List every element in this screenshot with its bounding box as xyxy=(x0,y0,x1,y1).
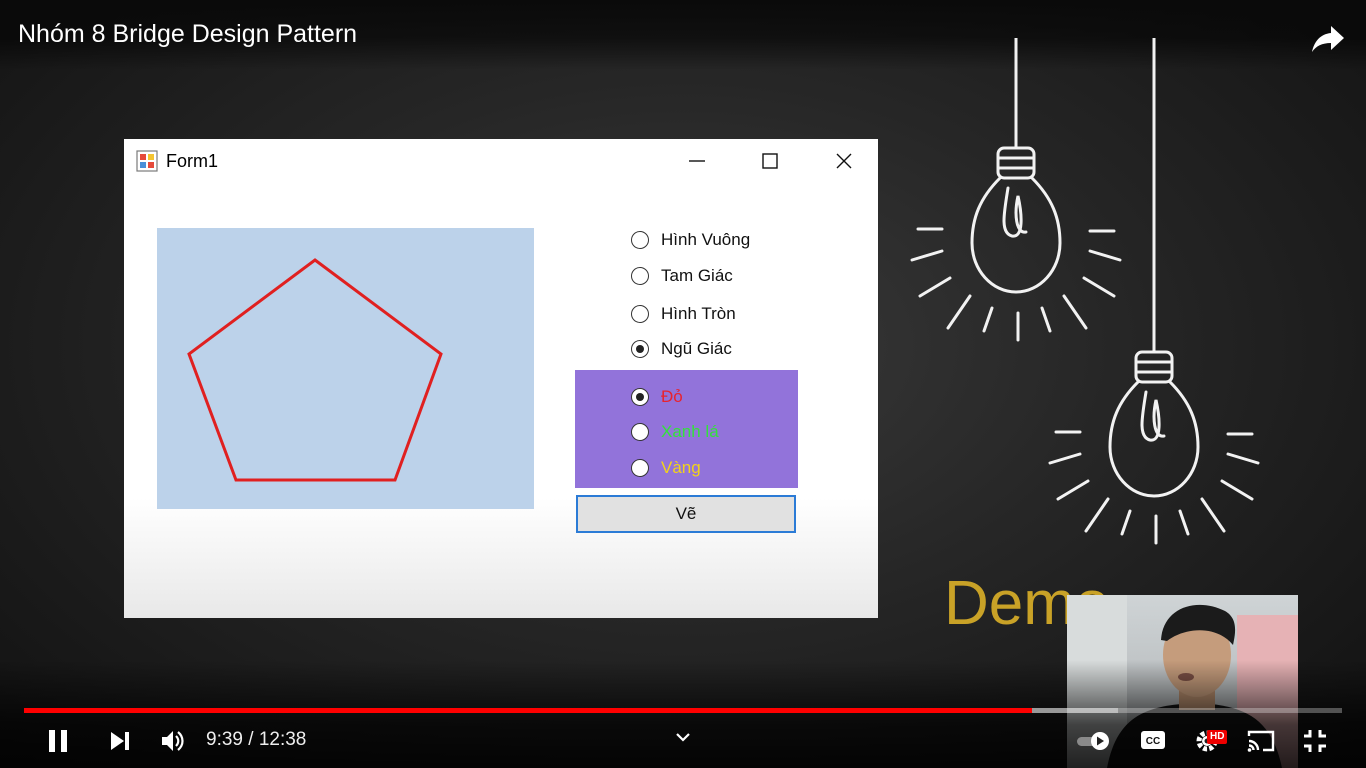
volume-icon xyxy=(162,731,184,751)
window-titlebar[interactable]: Form1 xyxy=(124,139,878,183)
minimize-icon xyxy=(689,160,705,162)
maximize-button[interactable] xyxy=(747,145,793,177)
radio-label: Tam Giác xyxy=(661,266,733,285)
minimize-button[interactable] xyxy=(674,145,720,177)
radio-xanh-la[interactable]: Xanh lá xyxy=(631,420,719,444)
radio-circle[interactable] xyxy=(631,388,649,406)
autoplay-toggle[interactable] xyxy=(1076,730,1112,757)
radio-label: Vàng xyxy=(661,458,701,477)
radio-circle[interactable] xyxy=(631,231,649,249)
radio-circle[interactable] xyxy=(631,305,649,323)
volume-button[interactable] xyxy=(160,728,186,759)
draw-button[interactable]: Vẽ xyxy=(576,495,796,533)
chevron-down-icon xyxy=(676,733,690,742)
radio-hinh-tron[interactable]: Hình Tròn xyxy=(631,302,736,326)
progress-bar[interactable] xyxy=(24,708,1342,713)
drawing-canvas xyxy=(157,228,534,509)
radio-circle[interactable] xyxy=(631,340,649,358)
pause-icon xyxy=(49,730,67,752)
radio-circle[interactable] xyxy=(631,459,649,477)
lightbulb-icon xyxy=(910,36,1122,342)
color-group: Đỏ Xanh lá Vàng xyxy=(575,370,798,488)
radio-vang[interactable]: Vàng xyxy=(631,456,701,480)
radio-hinh-vuong[interactable]: Hình Vuông xyxy=(631,228,750,252)
close-button[interactable] xyxy=(821,145,867,177)
form-window: Form1 Hình Vuông Tam Giác Hình Tròn Ngũ … xyxy=(124,139,878,618)
next-button[interactable] xyxy=(108,730,132,757)
close-icon xyxy=(836,153,852,169)
radio-circle[interactable] xyxy=(631,267,649,285)
radio-tam-giac[interactable]: Tam Giác xyxy=(631,264,733,288)
radio-label: Hình Tròn xyxy=(661,304,736,323)
lightbulbs-illustration xyxy=(900,36,1280,563)
hd-badge: HD xyxy=(1207,730,1228,744)
radio-circle[interactable] xyxy=(631,423,649,441)
radio-label: Ngũ Giác xyxy=(661,339,732,358)
chevron-down-button[interactable] xyxy=(674,730,692,749)
radio-label: Đỏ xyxy=(661,387,683,406)
radio-label: Xanh lá xyxy=(661,422,719,441)
cast-button[interactable] xyxy=(1246,729,1276,758)
radio-ngu-giac[interactable]: Ngũ Giác xyxy=(631,337,732,361)
window-title: Form1 xyxy=(166,151,219,171)
next-icon xyxy=(111,732,129,750)
app-icon xyxy=(136,150,158,172)
pentagon-shape xyxy=(187,258,443,482)
lightbulb-icon xyxy=(1048,36,1260,545)
cast-icon xyxy=(1247,730,1275,752)
maximize-icon xyxy=(762,153,778,169)
radio-do[interactable]: Đỏ xyxy=(631,385,683,409)
progress-played xyxy=(24,708,1033,713)
autoplay-toggle-icon xyxy=(1077,732,1109,750)
video-title[interactable]: Nhóm 8 Bridge Design Pattern xyxy=(18,20,357,49)
pause-button[interactable] xyxy=(46,728,72,759)
exit-fullscreen-icon xyxy=(1304,730,1326,752)
time-display: 9:39 / 12:38 xyxy=(206,729,307,750)
radio-label: Hình Vuông xyxy=(661,230,751,249)
captions-icon: CC xyxy=(1141,731,1165,749)
share-icon[interactable] xyxy=(1310,20,1346,56)
svg-text:CC: CC xyxy=(1146,736,1160,747)
captions-button[interactable]: CC xyxy=(1140,730,1166,755)
exit-fullscreen-button[interactable] xyxy=(1302,728,1328,759)
